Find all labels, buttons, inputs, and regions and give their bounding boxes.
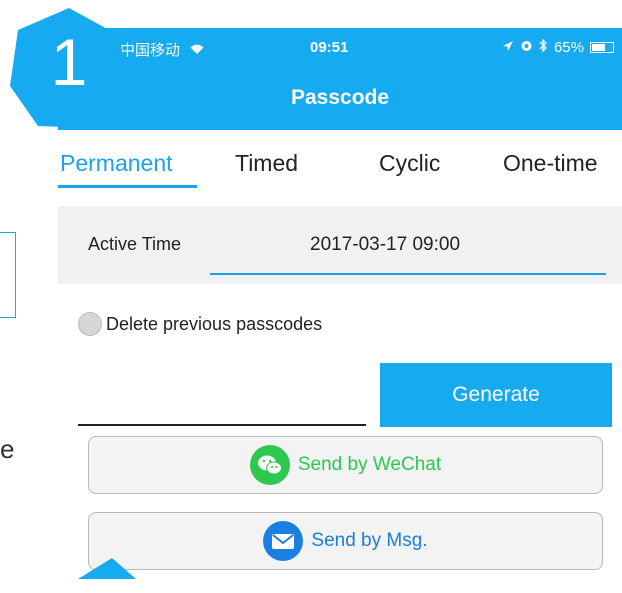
step-badge-1: 1 <box>8 6 130 130</box>
status-bar: 中国移动 09:51 65% <box>58 28 622 68</box>
battery-icon <box>590 42 614 53</box>
tab-timed[interactable]: Timed <box>235 150 298 177</box>
location-icon <box>502 39 514 56</box>
send-by-wechat-label: Send by WeChat <box>297 454 442 475</box>
send-by-msg-button[interactable]: Send by Msg. <box>88 512 603 570</box>
wechat-icon <box>249 445 290 485</box>
delete-previous-label: Delete previous passcodes <box>106 313 323 334</box>
battery-percent: 65% <box>553 39 584 56</box>
status-time: 09:51 <box>310 39 349 56</box>
tab-one-time[interactable]: One-time <box>503 150 598 177</box>
passcode-output-field[interactable] <box>78 424 366 426</box>
delete-previous-option[interactable]: Delete previous passcodes <box>78 312 322 336</box>
status-carrier: 中国移动 <box>120 39 204 60</box>
active-time-row: Active Time 2017-03-17 09:00 <box>58 206 622 284</box>
step-badge-partial <box>70 558 140 588</box>
bluetooth-icon <box>539 38 548 56</box>
background-frame <box>0 232 16 318</box>
page-title: Passcode <box>290 86 390 109</box>
tab-permanent[interactable]: Permanent <box>60 150 173 177</box>
active-time-underline <box>210 273 606 275</box>
step-number: 1 <box>50 25 88 99</box>
active-time-label: Active Time <box>88 234 182 254</box>
wifi-icon <box>190 42 204 59</box>
send-by-wechat-button[interactable]: Send by WeChat <box>88 436 603 494</box>
tab-cyclic[interactable]: Cyclic <box>379 150 440 177</box>
delete-previous-radio[interactable] <box>78 312 102 336</box>
alarm-icon <box>520 39 533 56</box>
background-text-fragment: e <box>0 434 15 464</box>
active-tab-indicator <box>58 185 197 188</box>
send-by-msg-label: Send by Msg. <box>311 530 428 551</box>
generate-button[interactable]: Generate <box>380 363 612 427</box>
active-time-field[interactable]: 2017-03-17 09:00 <box>310 234 460 256</box>
phone-screen: 中国移动 09:51 65% Passcode Permanent Timed … <box>58 28 622 579</box>
status-right: 65% <box>502 38 614 56</box>
mail-icon <box>263 521 304 561</box>
nav-bar: Passcode <box>58 68 622 130</box>
